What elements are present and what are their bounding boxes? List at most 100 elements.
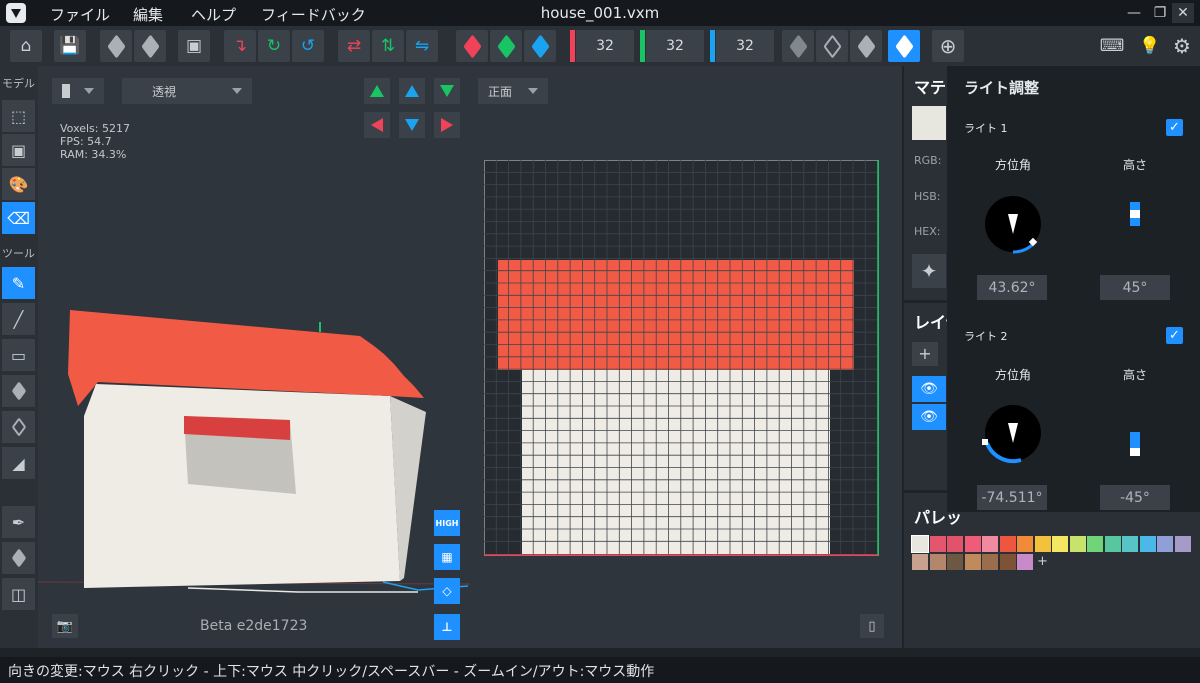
- palette-swatch[interactable]: [1139, 536, 1156, 552]
- light1-azimuth-dial[interactable]: [983, 194, 1045, 256]
- hex-cube-icon[interactable]: [888, 30, 920, 62]
- add-swatch-icon[interactable]: +: [1035, 554, 1051, 570]
- palette-swatch[interactable]: [1017, 536, 1033, 552]
- light1-height-slider[interactable]: [1130, 202, 1140, 226]
- palette-swatch[interactable]: [1174, 536, 1191, 552]
- rectangle-icon[interactable]: ▭: [2, 339, 35, 371]
- light1-height-value[interactable]: 45°: [1100, 275, 1170, 300]
- palette-swatch[interactable]: [982, 553, 998, 570]
- palette-swatch[interactable]: [1052, 536, 1068, 552]
- crop-icon[interactable]: ▣: [178, 30, 210, 62]
- status-bar: 向きの変更:マウス 右クリック - 上下:マウス 中クリック/スペースバー - …: [0, 657, 1200, 683]
- solid-cube-icon[interactable]: [850, 30, 882, 62]
- grid-wall-icon[interactable]: ▦: [434, 544, 460, 570]
- maximize-icon[interactable]: ❐: [1149, 3, 1171, 23]
- palette-swatch[interactable]: [982, 536, 998, 552]
- target-icon[interactable]: ⊕: [932, 30, 964, 62]
- swap-icon[interactable]: ⇄: [338, 30, 370, 62]
- toolbar: ⌂ 💾 ▣ ↴ ↻ ↺ ⇄ ⇅ ⇋ 32 32 32 ⊕ ⌨ 💡 ⚙: [0, 26, 1200, 66]
- green-cube-icon[interactable]: [490, 30, 522, 62]
- light2-height-value[interactable]: -45°: [1100, 485, 1170, 510]
- palette-swatch[interactable]: [999, 536, 1016, 552]
- light2-label: ライト 2: [964, 330, 1008, 343]
- add-layer-icon[interactable]: +: [912, 342, 938, 366]
- palette-icon[interactable]: 🎨: [2, 168, 35, 200]
- palette-swatch[interactable]: [1017, 553, 1033, 570]
- menu-file[interactable]: ファイル: [50, 4, 110, 25]
- close-icon[interactable]: ✕: [1172, 3, 1194, 23]
- sparkle-icon[interactable]: ✦: [912, 254, 946, 288]
- light-popup-title: ライト調整: [964, 79, 1040, 97]
- palette-swatch[interactable]: [947, 553, 963, 570]
- menu-edit[interactable]: 編集: [133, 4, 163, 25]
- rotate-icon[interactable]: ↻: [258, 30, 290, 62]
- quality-button[interactable]: HIGH: [434, 510, 460, 536]
- light1-checkbox[interactable]: ✓: [1166, 119, 1183, 136]
- palette-swatch[interactable]: [1104, 536, 1121, 552]
- light2-checkbox[interactable]: ✓: [1166, 327, 1183, 344]
- line-icon[interactable]: ╱: [2, 303, 35, 335]
- fill-bucket-icon[interactable]: ◢: [2, 447, 35, 479]
- blocks-icon[interactable]: ▣: [2, 134, 35, 166]
- import-icon[interactable]: [134, 30, 166, 62]
- palette-swatch[interactable]: [964, 553, 981, 570]
- light1-azimuth-value[interactable]: 43.62°: [977, 275, 1047, 300]
- grid-floor-icon[interactable]: ◇: [434, 578, 460, 604]
- layer-visibility-icon[interactable]: 👁: [912, 376, 946, 402]
- blue-cube-icon[interactable]: [524, 30, 556, 62]
- presentation-icon[interactable]: ◫: [2, 578, 35, 610]
- wire-cube-icon[interactable]: [782, 30, 814, 62]
- z-dimension-field[interactable]: 32: [716, 30, 774, 62]
- palette-swatch[interactable]: [947, 536, 963, 552]
- palette-swatch[interactable]: [964, 536, 981, 552]
- mirror-icon[interactable]: ↴: [224, 30, 256, 62]
- shuffle-icon[interactable]: ⇋: [406, 30, 438, 62]
- palette-swatch[interactable]: [1122, 536, 1138, 552]
- palette-swatch[interactable]: [929, 553, 946, 570]
- build-version: Beta e2de1723: [200, 618, 308, 634]
- palette-swatch[interactable]: [911, 535, 929, 553]
- palette-swatch[interactable]: [1157, 536, 1173, 552]
- select-icon[interactable]: ⬚: [2, 100, 35, 132]
- light-icon[interactable]: 💡: [1134, 30, 1166, 62]
- light2-azimuth-dial[interactable]: [977, 403, 1047, 469]
- wire-cube-icon-2[interactable]: [816, 30, 848, 62]
- palette-swatch[interactable]: [1087, 536, 1103, 552]
- minimize-icon[interactable]: —: [1123, 3, 1145, 23]
- pencil-icon[interactable]: ✎: [2, 267, 35, 299]
- eyedropper-icon[interactable]: ✒: [2, 506, 35, 538]
- voxel-icon[interactable]: [2, 542, 35, 574]
- light2-azimuth-value[interactable]: -74.511°: [977, 485, 1047, 510]
- palette-swatch[interactable]: [929, 536, 946, 552]
- layer-visibility-icon[interactable]: 👁: [912, 404, 946, 430]
- viewport[interactable]: 透視 正面 Voxels: 5217 FPS: 54.7 RAM: 34.3% …: [38, 66, 902, 648]
- x-dimension-field[interactable]: 32: [576, 30, 634, 62]
- menu-help[interactable]: ヘルプ: [191, 4, 236, 25]
- palette-swatch[interactable]: [999, 553, 1016, 570]
- document-title: house_001.vxm: [540, 4, 660, 22]
- keyboard-icon[interactable]: ⌨: [1096, 30, 1128, 62]
- 2d-grid-view[interactable]: [484, 160, 880, 558]
- menu-bar: ファイル 編集 ヘルプ フィードバック house_001.vxm — ❐ ✕: [0, 0, 1200, 26]
- home-icon[interactable]: ⌂: [10, 30, 42, 62]
- export-icon[interactable]: [100, 30, 132, 62]
- y-dimension-field[interactable]: 32: [646, 30, 704, 62]
- menu-feedback[interactable]: フィードバック: [261, 4, 366, 25]
- device-icon[interactable]: ▯: [860, 614, 884, 638]
- eraser-icon[interactable]: ⌫: [2, 202, 35, 234]
- palette-swatch[interactable]: [1069, 536, 1086, 552]
- cube-tool-icon[interactable]: [2, 375, 35, 407]
- flip-icon[interactable]: ↺: [292, 30, 324, 62]
- axes-icon[interactable]: ⊥: [434, 614, 460, 640]
- transpose-icon[interactable]: ⇅: [372, 30, 404, 62]
- material-color-swatch[interactable]: [912, 106, 946, 140]
- cube-outline-icon[interactable]: [2, 411, 35, 443]
- save-icon[interactable]: 💾: [54, 30, 86, 62]
- palette-grid[interactable]: +: [911, 535, 1200, 576]
- palette-swatch[interactable]: [1034, 536, 1051, 552]
- red-cube-icon[interactable]: [456, 30, 488, 62]
- light2-height-slider[interactable]: [1130, 432, 1140, 456]
- settings-icon[interactable]: ⚙: [1166, 30, 1198, 62]
- camera-icon[interactable]: 📷: [52, 614, 78, 638]
- palette-swatch[interactable]: [912, 553, 928, 570]
